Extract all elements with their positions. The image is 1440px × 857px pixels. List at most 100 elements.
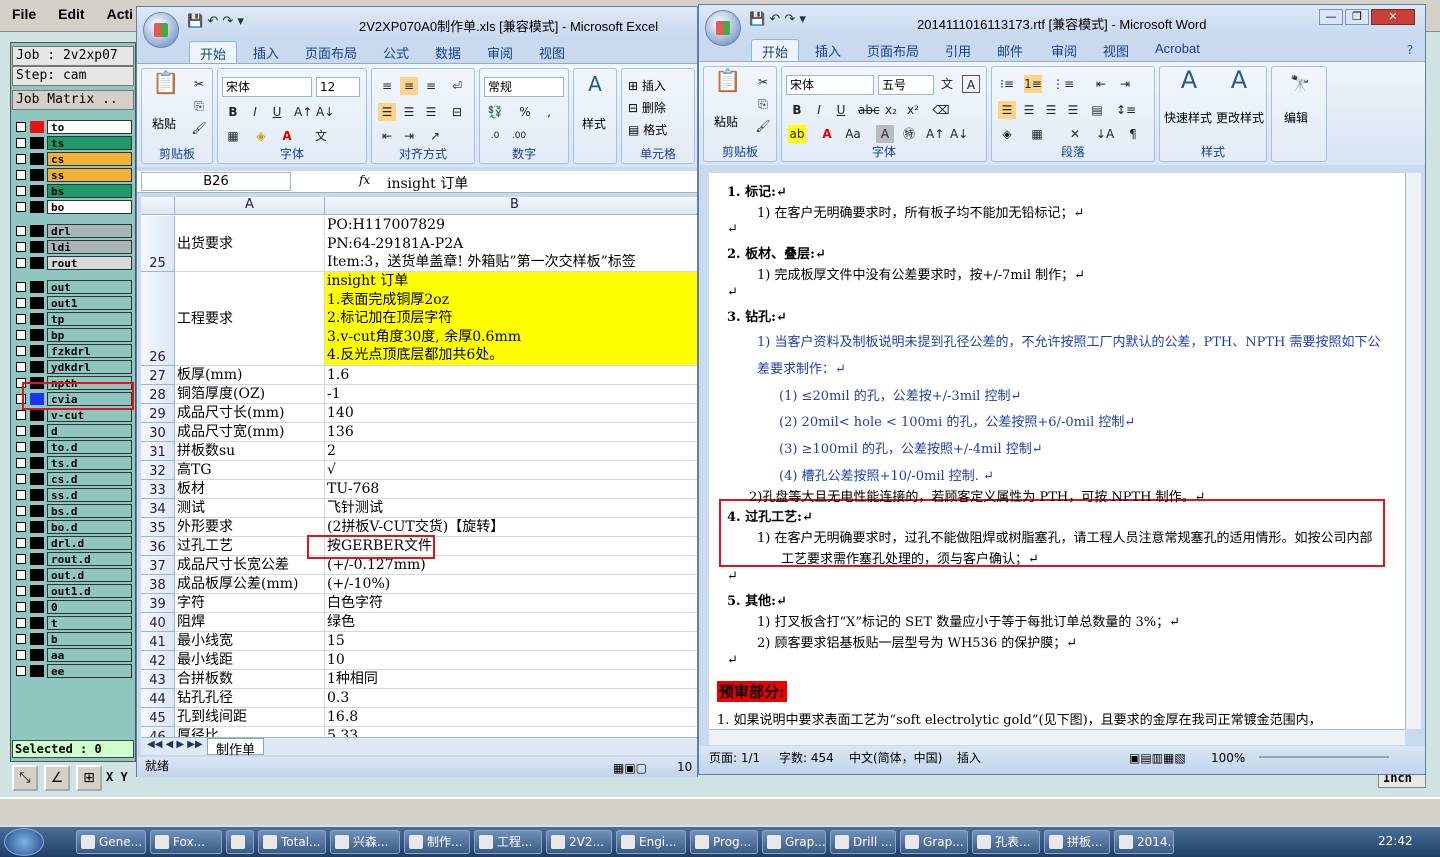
row-header[interactable]: 41	[141, 632, 175, 651]
layer-row[interactable]: ldi	[14, 240, 132, 254]
taskbar-item[interactable]: 兴森...	[330, 830, 400, 854]
row-header[interactable]: 42	[141, 651, 175, 670]
cell-a[interactable]: 成品尺寸宽(mm)	[175, 423, 325, 442]
word-font-size-select[interactable]: 五号	[878, 75, 934, 95]
word-count[interactable]: 字数: 454	[779, 746, 834, 770]
excel-tab-formulas[interactable]: 公式	[383, 43, 409, 62]
layer-row[interactable]: t	[14, 616, 132, 630]
show-marks-icon[interactable]: ¶	[1124, 125, 1142, 143]
delete-cells-button[interactable]: ⊟ 删除	[628, 99, 666, 116]
layer-checkbox[interactable]	[16, 538, 26, 548]
layer-row[interactable]: cs	[14, 152, 132, 166]
layer-row[interactable]: out.d	[14, 568, 132, 582]
word-copy-icon[interactable]: ⎘	[754, 95, 772, 113]
cell-b[interactable]: 136	[325, 423, 697, 442]
row-header[interactable]: 32	[141, 461, 175, 480]
row-header[interactable]: 36	[141, 537, 175, 556]
row-header[interactable]: 46	[141, 727, 175, 737]
layer-checkbox[interactable]	[16, 410, 26, 420]
align-left-icon[interactable]: ☰	[378, 103, 396, 121]
job-matrix-button[interactable]: Job Matrix ..	[12, 90, 134, 110]
cell-a[interactable]: 高TG	[175, 461, 325, 480]
row-header[interactable]: 27	[141, 366, 175, 385]
font-name-select[interactable]: 宋体	[222, 77, 312, 97]
merge-icon[interactable]: ⊟	[448, 103, 466, 121]
percent-icon[interactable]: %	[516, 103, 534, 121]
layer-row[interactable]: bo.d	[14, 520, 132, 534]
layer-row[interactable]: ts	[14, 136, 132, 150]
cell-a[interactable]: 成品板厚公差(mm)	[175, 575, 325, 594]
row-header[interactable]: 25	[141, 216, 175, 272]
cell-b[interactable]: 10	[325, 651, 697, 670]
change-case-icon[interactable]: Aa	[844, 125, 862, 143]
word-font-name-select[interactable]: 宋体	[786, 75, 874, 95]
word-font-color-icon[interactable]: A	[818, 125, 836, 143]
align-middle-icon[interactable]: ≡	[400, 77, 418, 95]
layer-checkbox[interactable]	[16, 122, 26, 132]
measure-icon[interactable]: ∠	[44, 765, 70, 791]
shading-icon[interactable]: ◈	[998, 125, 1016, 143]
layer-checkbox[interactable]	[16, 258, 26, 268]
excel-tab-data[interactable]: 数据	[435, 43, 461, 62]
enclose-char-icon[interactable]: ㊕	[900, 125, 918, 143]
sort-icon[interactable]: ↓A	[1096, 125, 1114, 143]
row-header[interactable]: 45	[141, 708, 175, 727]
shrink-font-icon[interactable]: A↓	[316, 103, 334, 121]
taskbar-item[interactable]: Engi...	[616, 830, 686, 854]
indent-increase-icon[interactable]: ⇥	[400, 127, 418, 145]
format-painter-icon[interactable]: 🖌	[190, 119, 208, 137]
font-size-select[interactable]: 12	[316, 77, 360, 97]
layer-checkbox[interactable]	[16, 426, 26, 436]
name-box[interactable]: B26	[141, 172, 291, 191]
cell-a[interactable]: 测试	[175, 499, 325, 518]
layer-row[interactable]: rout.d	[14, 552, 132, 566]
taskbar-item[interactable]: Prog...	[690, 830, 758, 854]
layer-row[interactable]: bs.d	[14, 504, 132, 518]
layer-checkbox[interactable]	[16, 186, 26, 196]
layer-row[interactable]: to.d	[14, 440, 132, 454]
layer-checkbox[interactable]	[16, 242, 26, 252]
cell-b[interactable]: 2	[325, 442, 697, 461]
word-tab-home[interactable]: 开始	[751, 39, 800, 63]
wrap-text-icon[interactable]: ⏎	[448, 77, 466, 95]
excel-tab-home[interactable]: 开始	[189, 41, 238, 65]
word-tab-pagelayout[interactable]: 页面布局	[867, 41, 919, 60]
word-tab-acrobat[interactable]: Acrobat	[1155, 41, 1200, 56]
taskbar-item[interactable]: Drill ...	[830, 830, 896, 854]
style-icon[interactable]: A	[586, 74, 604, 94]
word-zoom-level[interactable]: 100%	[1211, 746, 1245, 770]
cell-b[interactable]: 140	[325, 404, 697, 423]
help-icon[interactable]: ?	[1401, 41, 1419, 59]
quick-styles-icon[interactable]: A	[1174, 68, 1204, 101]
word-align-right-icon[interactable]: ☰	[1042, 101, 1060, 119]
word-format-painter-icon[interactable]: 🖌	[754, 117, 772, 135]
excel-tab-view[interactable]: 视图	[539, 43, 565, 62]
quick-access-toolbar[interactable]: 💾 ↶ ↷ ▾	[187, 14, 244, 29]
cell-a[interactable]: 字符	[175, 594, 325, 613]
layer-row[interactable]: v-cut	[14, 408, 132, 422]
layer-checkbox[interactable]	[16, 330, 26, 340]
justify-icon[interactable]: ☰	[1064, 101, 1082, 119]
word-cut-icon[interactable]: ✂	[754, 73, 772, 91]
fx-icon[interactable]: fx	[359, 173, 370, 187]
close-icon[interactable]: ✕	[1371, 9, 1415, 25]
layer-row[interactable]: rout	[14, 256, 132, 270]
subscript-icon[interactable]: x₂	[882, 101, 900, 119]
cell-b[interactable]: insight 订单 1.表面完成铜厚2oz 2.标记加在顶层字符 3.v-cut角度…	[325, 272, 697, 366]
row-header[interactable]: 31	[141, 442, 175, 461]
layer-row[interactable]: ss	[14, 168, 132, 182]
row-header[interactable]: 44	[141, 689, 175, 708]
layer-checkbox[interactable]	[16, 650, 26, 660]
layer-checkbox[interactable]	[16, 346, 26, 356]
page-count[interactable]: 页面: 1/1	[709, 746, 760, 770]
spreadsheet-grid[interactable]: A B 25 出货要求 PO:H117007829 PN:64-29181A-P2A I…	[141, 197, 697, 737]
layer-checkbox[interactable]	[16, 474, 26, 484]
taskbar-item[interactable]: 工程...	[474, 830, 542, 854]
decrease-decimal-icon[interactable]: .00	[510, 127, 528, 145]
taskbar-item[interactable]: 2014...	[1114, 830, 1174, 854]
column-header-b[interactable]: B	[325, 197, 697, 215]
cell-b[interactable]: PO:H117007829 PN:64-29181A-P2A Item:3，送货单盖…	[325, 216, 697, 272]
row-header[interactable]: 26	[141, 272, 175, 366]
grow-font-icon[interactable]: A↑	[294, 103, 312, 121]
cell-b[interactable]: √	[325, 461, 697, 480]
